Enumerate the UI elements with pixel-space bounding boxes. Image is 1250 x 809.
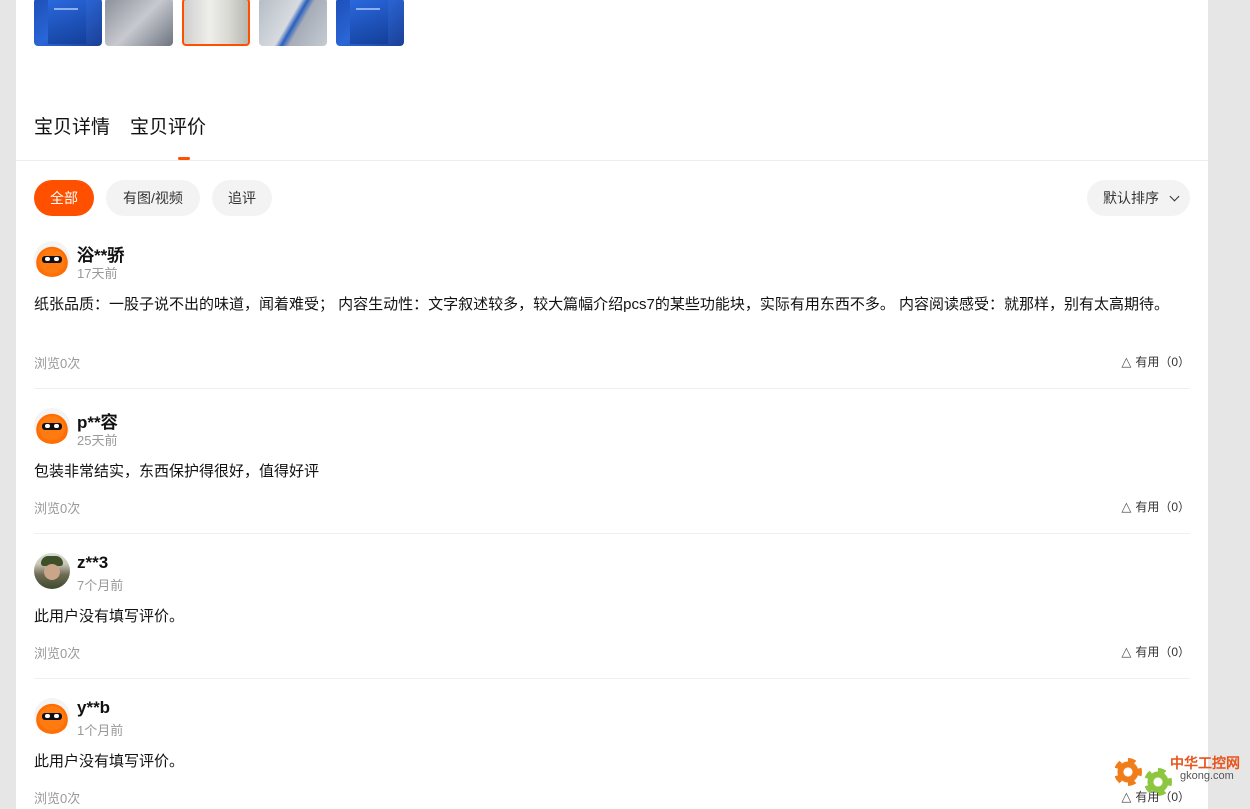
thumbnail-3-selected[interactable] <box>182 0 250 46</box>
view-count: 浏览0次 <box>34 356 81 371</box>
view-count: 浏览0次 <box>34 646 81 661</box>
review-divider <box>34 678 1190 679</box>
triangle-icon: △ <box>1121 499 1132 514</box>
review-time: 1个月前 <box>77 723 124 738</box>
orange-gear-icon <box>1114 758 1142 786</box>
sort-label: 默认排序 <box>1103 190 1159 206</box>
tabs-divider <box>16 160 1208 161</box>
filter-all-button[interactable]: 全部 <box>34 180 94 216</box>
green-gear-icon <box>1144 768 1172 796</box>
avatar <box>34 553 70 589</box>
watermark-en: gkong.com <box>1180 770 1234 782</box>
avatar <box>34 241 70 277</box>
tab-reviews[interactable]: 宝贝评价 <box>130 112 206 139</box>
review-content: 纸张品质：一股子说不出的味道，闻着难受； 内容生动性：文字叙述较多，较大篇幅介绍… <box>34 296 1170 313</box>
filter-follow-up-button[interactable]: 追评 <box>212 180 272 216</box>
useful-button[interactable]: △ 有用（0） <box>1121 498 1190 515</box>
watermark-logo: 中华工控网 gkong.com <box>1110 748 1240 800</box>
thumbnail-1[interactable] <box>34 0 102 46</box>
reviewer-name: y**b <box>77 698 111 717</box>
view-count: 浏览0次 <box>34 501 81 516</box>
review-divider <box>34 533 1190 534</box>
filter-with-media-button[interactable]: 有图/视频 <box>106 180 200 216</box>
review-time: 25天前 <box>77 433 118 448</box>
triangle-icon: △ <box>1121 644 1132 659</box>
review-time: 7个月前 <box>77 578 124 593</box>
review-content: 包装非常结实，东西保护得很好，值得好评 <box>34 463 320 480</box>
review-time: 17天前 <box>77 266 118 281</box>
product-page: 宝贝详情 宝贝评价 全部 有图/视频 追评 默认排序 浴**骄 17天前 纸张品… <box>16 0 1208 809</box>
triangle-icon: △ <box>1121 354 1132 369</box>
thumbnail-2[interactable] <box>105 0 173 46</box>
review-content: 此用户没有填写评价。 <box>34 753 185 770</box>
useful-label: 有用（0） <box>1135 500 1190 514</box>
view-count: 浏览0次 <box>34 791 81 806</box>
review-divider <box>34 388 1190 389</box>
sort-dropdown[interactable]: 默认排序 <box>1087 180 1190 216</box>
chevron-down-icon <box>1169 191 1180 202</box>
reviewer-name: z**3 <box>77 553 109 572</box>
tab-details[interactable]: 宝贝详情 <box>34 112 110 139</box>
avatar <box>34 408 70 444</box>
review-content: 此用户没有填写评价。 <box>34 608 185 625</box>
thumbnail-5[interactable] <box>336 0 404 46</box>
thumbnail-4[interactable] <box>259 0 327 46</box>
useful-label: 有用（0） <box>1135 645 1190 659</box>
useful-button[interactable]: △ 有用（0） <box>1121 353 1190 370</box>
avatar <box>34 698 70 734</box>
useful-label: 有用（0） <box>1135 355 1190 369</box>
useful-button[interactable]: △ 有用（0） <box>1121 643 1190 660</box>
